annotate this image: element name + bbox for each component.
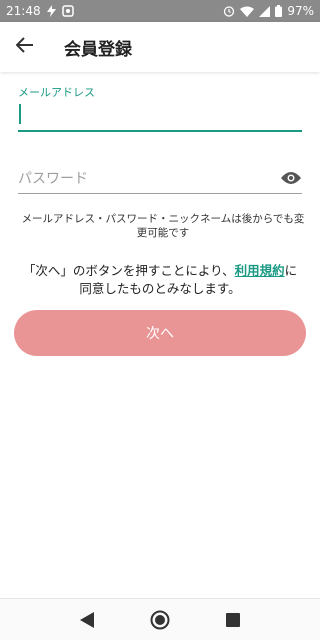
alarm-icon xyxy=(223,5,235,17)
helper-text: メールアドレス・パスワード・ニックネームは後からでも変更可能です xyxy=(21,213,305,239)
back-button[interactable] xyxy=(0,22,50,72)
notification-icon xyxy=(61,5,74,17)
flash-icon xyxy=(46,5,56,17)
consent-prefix: 「次へ」のボタンを押すことにより、 xyxy=(22,263,235,278)
status-time: 21:48 xyxy=(6,4,41,18)
consent-text: 「次へ」のボタンを押すことにより、利用規約に同意したものとみなします。 xyxy=(20,262,300,298)
status-bar: 21:48 97% xyxy=(0,0,320,22)
system-nav-bar xyxy=(0,598,320,640)
app-bar: 会員登録 xyxy=(0,22,320,72)
wifi-icon xyxy=(240,6,255,17)
signal-icon xyxy=(259,5,271,17)
password-placeholder: パスワード xyxy=(18,171,88,187)
battery-icon xyxy=(275,5,283,17)
home-circle-icon[interactable] xyxy=(148,608,172,632)
password-field[interactable]: パスワード xyxy=(18,164,302,194)
arrow-back-icon xyxy=(15,36,34,58)
page-title: 会員登録 xyxy=(64,39,132,60)
eye-icon[interactable] xyxy=(280,170,302,186)
back-triangle-icon[interactable] xyxy=(75,608,99,632)
terms-link[interactable]: 利用規約 xyxy=(235,263,285,278)
email-label: メールアドレス xyxy=(18,86,95,99)
recents-square-icon[interactable] xyxy=(221,608,245,632)
email-field[interactable] xyxy=(18,100,302,132)
battery-level: 97% xyxy=(287,4,314,18)
next-button[interactable]: 次へ xyxy=(14,310,306,356)
text-caret xyxy=(19,104,21,124)
